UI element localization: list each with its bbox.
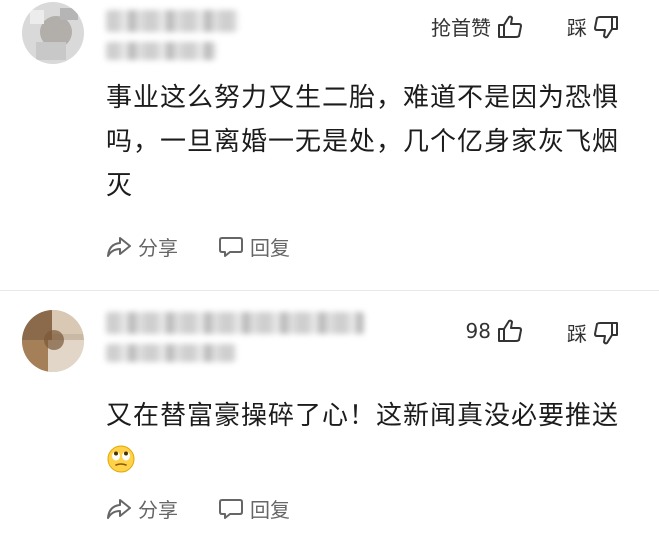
- comment-text-container: 又在替富豪操碎了心！这新闻真没必要推送: [106, 394, 626, 488]
- thumbs-up-icon: [497, 318, 523, 344]
- reply-label: 回复: [250, 498, 290, 522]
- reply-button[interactable]: 回复: [218, 494, 290, 523]
- comment-actions: 分享 回复: [106, 494, 290, 523]
- dislike-label: 踩: [567, 322, 587, 346]
- dislike-label: 踩: [567, 16, 587, 40]
- like-label: 抢首赞: [431, 16, 491, 40]
- like-count: 98: [465, 319, 491, 343]
- comment-item: 98 踩 又在替富豪操碎了心！这新闻真没必要推送 分享 回复: [0, 298, 659, 540]
- dislike-button[interactable]: 踩: [567, 12, 619, 41]
- share-label: 分享: [138, 498, 178, 522]
- share-label: 分享: [138, 236, 178, 260]
- thumbs-up-icon: [497, 14, 523, 40]
- like-button[interactable]: 98: [466, 318, 523, 344]
- like-button[interactable]: 抢首赞: [431, 12, 523, 41]
- share-button[interactable]: 分享: [106, 494, 178, 523]
- avatar[interactable]: [22, 310, 84, 372]
- divider: [0, 290, 659, 291]
- share-icon: [106, 235, 132, 259]
- avatar[interactable]: [22, 2, 84, 64]
- username-blurred: [106, 312, 364, 372]
- username-blurred: [106, 10, 238, 70]
- comment-actions: 分享 回复: [106, 232, 290, 261]
- comment-item: 抢首赞 踩 事业这么努力又生二胎，难道不是因为恐惧吗，一旦离婚一无是处，几个亿身…: [0, 0, 659, 280]
- reply-label: 回复: [250, 236, 290, 260]
- comment-bubble-icon: [218, 497, 244, 521]
- comment-bubble-icon: [218, 235, 244, 259]
- share-button[interactable]: 分享: [106, 232, 178, 261]
- comment-text: 事业这么努力又生二胎，难道不是因为恐惧吗，一旦离婚一无是处，几个亿身家灰飞烟灭: [106, 83, 620, 201]
- thumbs-down-icon: [593, 320, 619, 346]
- dislike-button[interactable]: 踩: [567, 318, 619, 347]
- thumbs-down-icon: [593, 14, 619, 40]
- share-icon: [106, 497, 132, 521]
- comment-text: 又在替富豪操碎了心！这新闻真没必要推送: [106, 401, 620, 431]
- eye-roll-emoji: [106, 444, 136, 488]
- reply-button[interactable]: 回复: [218, 232, 290, 261]
